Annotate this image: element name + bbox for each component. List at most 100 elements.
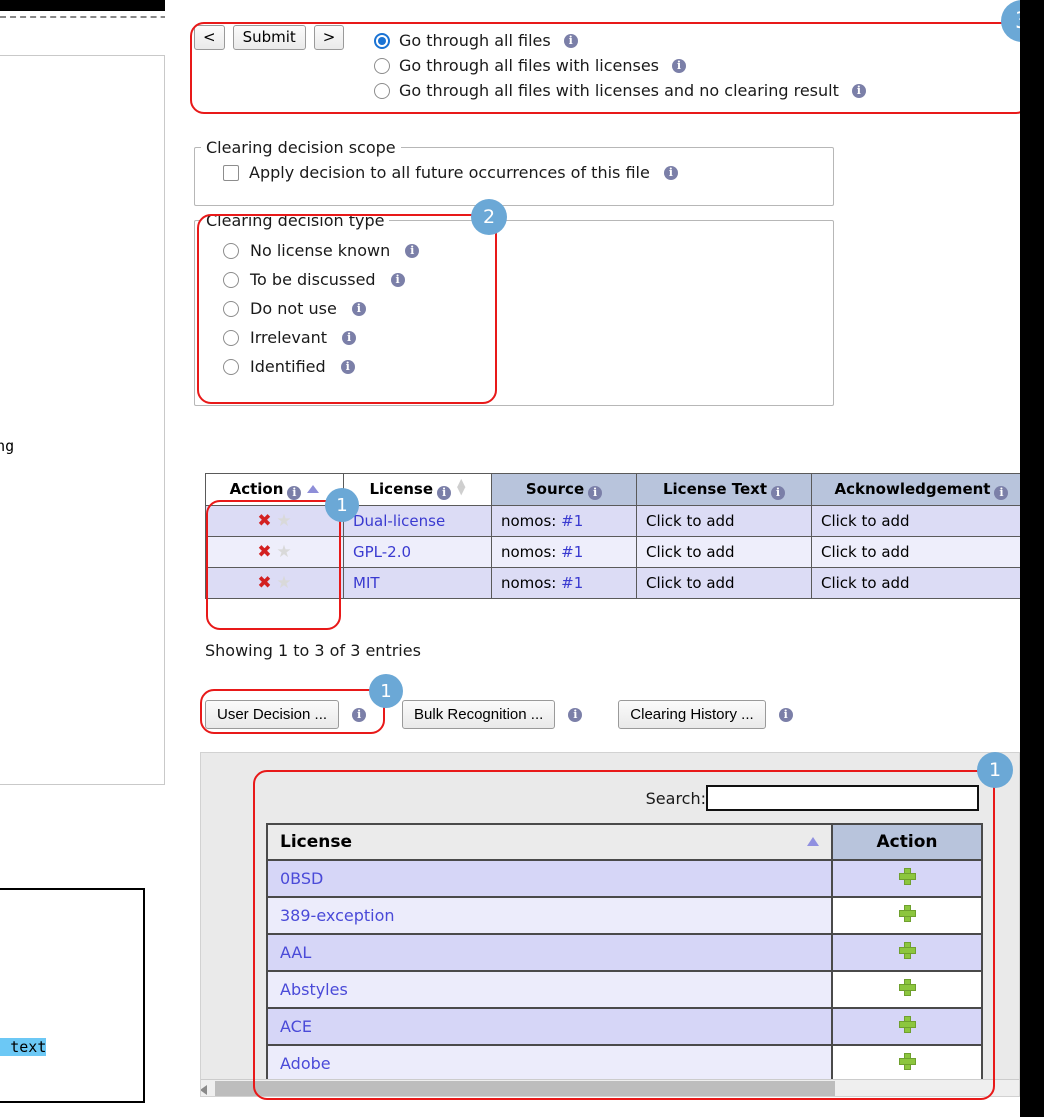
radio-icon-identified[interactable] [223,358,239,375]
row-action-cell[interactable]: ✖ ★ [205,505,344,537]
star-icon[interactable]: ★ [276,542,291,562]
info-icon[interactable]: i [778,707,793,722]
radio-icon-no-license-known[interactable] [223,242,239,259]
row-action-cell[interactable]: ✖ ★ [205,536,344,568]
checkbox-icon-apply-future[interactable] [223,164,239,181]
browse-mode-option-with-licenses[interactable]: Go through all files with licenses i [374,53,866,78]
info-icon[interactable]: i [568,707,583,722]
browse-mode-option-no-clearing-result[interactable]: Go through all files with licenses and n… [374,78,866,103]
picker-add-cell[interactable] [831,859,983,898]
search-input[interactable] [706,785,979,811]
sort-ascending-icon[interactable] [307,484,320,493]
info-icon[interactable]: i [672,58,687,73]
row-license-cell[interactable]: GPL-2.0 [343,536,492,568]
row-license-text-cell[interactable]: Click to add [636,536,812,568]
radio-icon-do-not-use[interactable] [223,300,239,317]
column-header-license[interactable]: License i ▲ ▼ [343,473,492,506]
picker-license-name[interactable]: 0BSD [266,859,833,898]
license-link[interactable]: GPL-2.0 [353,543,411,561]
row-action-cell[interactable]: ✖ ★ [205,567,344,599]
info-icon[interactable]: i [405,243,420,258]
delete-icon[interactable]: ✖ [257,511,271,531]
column-header-license-text[interactable]: License Text i [636,473,812,506]
browse-mode-option-all-files[interactable]: Go through all files i [374,28,866,53]
plus-icon[interactable] [898,1016,916,1033]
sort-ascending-icon[interactable] [807,837,819,846]
info-icon[interactable]: i [352,707,367,722]
clearing-action-button-row: User Decision ... i Bulk Recognition ...… [205,700,793,729]
info-icon[interactable]: i [287,485,302,500]
picker-add-cell[interactable] [831,896,983,935]
info-icon[interactable]: i [563,33,578,48]
sort-both-icon[interactable]: ▲ ▼ [457,477,465,496]
info-icon[interactable]: i [390,272,405,287]
plus-icon[interactable] [898,868,916,885]
browse-mode-label-1: Go through all files with licenses [399,56,660,75]
picker-column-header-license[interactable]: License [266,823,833,861]
radio-icon-no-clearing-result[interactable] [374,82,390,99]
picker-add-cell[interactable] [831,933,983,972]
picker-add-cell[interactable] [831,970,983,1009]
horizontal-scrollbar[interactable] [201,1079,1019,1096]
row-license-text-cell[interactable]: Click to add [636,505,812,537]
picker-license-name[interactable]: Adobe [266,1044,833,1083]
list-item: 0BSD [266,859,983,898]
next-file-button[interactable]: > [313,25,345,50]
source-ref-link[interactable]: #1 [561,574,583,592]
clearing-history-button[interactable]: Clearing History ... [618,700,766,729]
decision-type-identified[interactable]: Identified i [223,352,833,381]
source-ref-link[interactable]: #1 [561,543,583,561]
picker-license-name[interactable]: Abstyles [266,970,833,1009]
row-acknowledgement-cell[interactable]: Click to add [811,536,1032,568]
row-acknowledgement-cell[interactable]: Click to add [811,567,1032,599]
picker-license-name[interactable]: AAL [266,933,833,972]
info-icon[interactable]: i [851,83,866,98]
license-link[interactable]: MIT [353,574,380,592]
row-acknowledgement-cell[interactable]: Click to add [811,505,1032,537]
radio-icon-to-be-discussed[interactable] [223,271,239,288]
column-header-source-label: Source [525,479,585,498]
star-icon[interactable]: ★ [276,573,291,593]
info-icon[interactable]: i [437,486,452,500]
radio-icon-with-licenses[interactable] [374,57,390,74]
previous-file-button[interactable]: < [194,25,225,50]
column-header-action[interactable]: Action i [205,473,344,506]
row-license-cell[interactable]: Dual-license [343,505,492,537]
picker-license-name[interactable]: ACE [266,1007,833,1046]
decision-type-do-not-use[interactable]: Do not use i [223,294,833,323]
plus-icon[interactable] [898,1053,916,1070]
license-link[interactable]: Dual-license [353,512,445,530]
star-icon[interactable]: ★ [276,511,291,531]
row-license-cell[interactable]: MIT [343,567,492,599]
plus-icon[interactable] [898,942,916,959]
apply-to-future-occurrences-row[interactable]: Apply decision to all future occurrences… [223,163,833,182]
info-icon[interactable]: i [342,330,357,345]
source-ref-link[interactable]: #1 [561,512,583,530]
column-header-source[interactable]: Source i [491,473,637,506]
picker-add-cell[interactable] [831,1044,983,1083]
info-icon[interactable]: i [771,485,786,500]
picker-add-cell[interactable] [831,1007,983,1046]
delete-icon[interactable]: ✖ [257,542,271,562]
delete-icon[interactable]: ✖ [257,573,271,593]
plus-icon[interactable] [898,979,916,996]
scroll-left-arrow-icon[interactable] [201,1085,207,1095]
info-icon[interactable]: i [588,485,603,500]
plus-icon[interactable] [898,905,916,922]
info-icon[interactable]: i [340,359,355,374]
picker-license-name[interactable]: 389-exception [266,896,833,935]
user-decision-button[interactable]: User Decision ... [205,700,340,729]
row-license-text-cell[interactable]: Click to add [636,567,812,599]
decision-type-no-license-known[interactable]: No license known i [223,236,833,265]
info-icon[interactable]: i [994,485,1009,500]
info-icon[interactable]: i [351,301,366,316]
decision-type-to-be-discussed[interactable]: To be discussed i [223,265,833,294]
decision-type-irrelevant[interactable]: Irrelevant i [223,323,833,352]
radio-icon-all-files[interactable] [374,32,390,49]
radio-icon-irrelevant[interactable] [223,329,239,346]
submit-button[interactable]: Submit [232,25,306,50]
info-icon[interactable]: i [663,165,678,180]
bulk-recognition-button[interactable]: Bulk Recognition ... [402,700,556,729]
scrollbar-thumb[interactable] [215,1081,835,1096]
column-header-acknowledgement[interactable]: Acknowledgement i [811,473,1032,506]
